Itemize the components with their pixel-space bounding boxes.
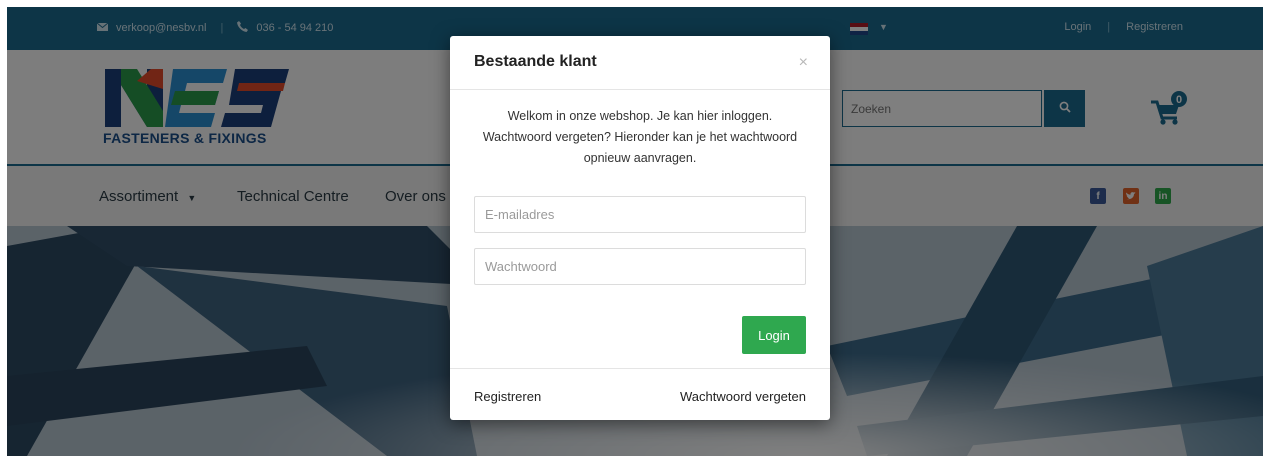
close-icon[interactable]: × [799,54,808,72]
modal-message: Welkom in onze webshop. Je kan hier inlo… [482,109,798,165]
modal-footer: Registreren Wachtwoord vergeten [450,368,830,420]
modal-title: Bestaande klant [474,53,597,70]
login-modal: Bestaande klant × Welkom in onze webshop… [450,36,830,420]
email-field[interactable] [474,196,806,233]
forgot-password-link[interactable]: Wachtwoord vergeten [680,389,806,404]
password-field[interactable] [474,248,806,285]
modal-header: Bestaande klant × [450,36,830,90]
login-button[interactable]: Login [742,316,806,354]
register-modal-link[interactable]: Registreren [474,389,541,404]
